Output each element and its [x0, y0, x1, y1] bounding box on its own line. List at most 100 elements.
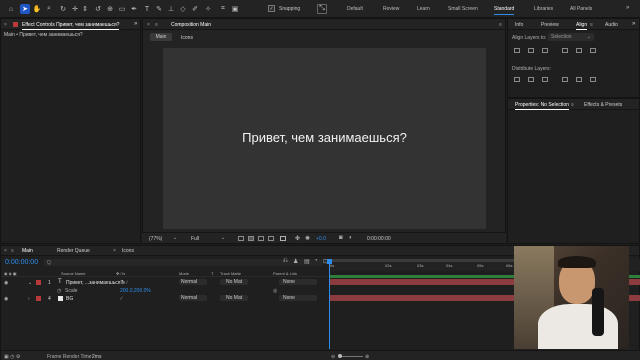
more-workspaces-icon[interactable]: »	[626, 5, 629, 11]
frame-blending-icon[interactable]: ▤	[304, 258, 310, 265]
distribute-right-icon[interactable]	[590, 77, 596, 82]
workspace-libraries[interactable]: Libraries	[534, 6, 553, 12]
layer-mode-select[interactable]: Normal	[179, 279, 207, 285]
menu-icon[interactable]: ≡	[155, 22, 158, 28]
workspace-all-panels[interactable]: All Panels	[570, 6, 592, 12]
selection-tool-icon[interactable]: ➤	[20, 4, 30, 14]
search-input[interactable]: Q	[47, 260, 51, 266]
playhead-handle[interactable]	[327, 259, 332, 264]
expand-chevron-icon[interactable]: ⌄	[28, 280, 32, 286]
clone-stamp-icon[interactable]: ⊥	[166, 4, 176, 14]
align-icon[interactable]: ⌗	[218, 4, 228, 14]
roto-brush-icon[interactable]: ✐	[190, 4, 200, 14]
render-icon[interactable]: ▣ ◷ ⚙	[4, 354, 20, 360]
stopwatch-icon[interactable]: ◷	[57, 288, 61, 294]
channel-icon[interactable]	[280, 236, 286, 241]
distribute-vertical-center-icon[interactable]	[528, 77, 534, 82]
property-row[interactable]: ◷ Scale 200.0,200.0% ◎	[1, 287, 328, 294]
panel-menu-icon[interactable]: ≡	[590, 22, 593, 28]
snapping-checkbox[interactable]: ✓	[268, 5, 275, 12]
orbit-tool-icon[interactable]: ↻	[58, 4, 68, 14]
composition-viewer[interactable]: Привет, чем занимаешься?	[163, 48, 486, 229]
eye-icon[interactable]: ◉	[4, 296, 8, 302]
property-scale-value[interactable]: 200.0,200.0%	[120, 288, 151, 294]
tab-preview[interactable]: Preview	[541, 22, 559, 28]
tab-render-queue[interactable]: Render Queue	[57, 248, 90, 254]
rotate-tool-icon[interactable]: ↺	[93, 4, 103, 14]
table-row[interactable]: ◉ ⌄ 1 T Привет, ...занимаешься? ⊕ ∕ Norm…	[1, 279, 328, 286]
hand-tool-icon[interactable]: ✋	[32, 4, 42, 14]
distribute-left-icon[interactable]	[562, 77, 568, 82]
zoom-in-icon[interactable]: ⊕	[365, 354, 369, 360]
zoom-tool-icon[interactable]: ⌕	[44, 4, 54, 14]
tab-audio[interactable]: Audio	[605, 22, 618, 28]
tab-icons[interactable]: Icons	[122, 248, 134, 254]
chevron-down-icon[interactable]: ⌄	[221, 235, 225, 241]
distribute-bottom-icon[interactable]	[542, 77, 548, 82]
close-icon[interactable]: ×	[4, 248, 7, 254]
layer-trackmatte-select[interactable]: No Mat	[220, 295, 248, 301]
tab-composition[interactable]: Composition Main	[171, 22, 211, 28]
distribute-top-icon[interactable]	[514, 77, 520, 82]
tab-effects-presets[interactable]: Effects & Presets	[584, 102, 622, 108]
tab-effect-controls[interactable]: Effect Controls Привет, чем занимаешься?	[22, 22, 120, 30]
panel-menu-icon[interactable]: ≡	[571, 102, 574, 108]
layer-mode-select[interactable]: Normal	[179, 295, 207, 301]
exposure-value[interactable]: +0.0	[316, 236, 326, 242]
close-icon[interactable]: ×	[147, 22, 150, 28]
snap-options-icon[interactable]: ⤡	[317, 4, 327, 14]
tab-align[interactable]: Align	[576, 22, 588, 30]
align-right-icon[interactable]	[542, 48, 548, 53]
grid-guides-icon[interactable]	[268, 236, 274, 241]
puppet-pin-icon[interactable]: ✧	[203, 4, 213, 14]
layer-parent-select[interactable]: None	[279, 279, 317, 285]
tab-properties[interactable]: Properties: No Selection	[515, 102, 569, 110]
expand-chevron-icon[interactable]: ›	[28, 296, 30, 302]
pick-whip-icon[interactable]: ◎	[273, 288, 277, 294]
layer-label-color[interactable]	[36, 280, 41, 285]
workspace-small-screen[interactable]: Small Screen	[448, 6, 478, 12]
align-left-icon[interactable]	[514, 48, 520, 53]
timeline-search[interactable]: Q	[44, 259, 322, 266]
exposure-icon[interactable]: ✺	[305, 235, 310, 242]
distribute-horizontal-center-icon[interactable]	[576, 77, 582, 82]
chevron-down-icon[interactable]: ⌄	[173, 235, 177, 241]
work-area-bar[interactable]	[328, 259, 518, 262]
snapshot-icon[interactable]: ◙	[339, 235, 343, 241]
workspace-standard[interactable]: Standard	[494, 6, 515, 15]
breadcrumb-main[interactable]: Main	[150, 33, 172, 41]
color-management-icon[interactable]: ✤	[295, 235, 300, 242]
workspace-learn[interactable]: Learn	[417, 6, 430, 12]
workspace-review[interactable]: Review	[383, 6, 399, 12]
layer-switches-icon[interactable]: ∕	[121, 296, 122, 302]
tab-info[interactable]: Info	[515, 22, 523, 28]
home-icon[interactable]: ⌂	[6, 4, 16, 14]
align-top-icon[interactable]	[562, 48, 568, 53]
align-vertical-center-icon[interactable]	[576, 48, 582, 53]
zoom-out-icon[interactable]: ⊖	[331, 354, 335, 360]
motion-blur-icon[interactable]: ◔	[314, 258, 318, 264]
layout-icon[interactable]: ▣	[230, 4, 240, 14]
layer-parent-select[interactable]: None	[279, 295, 317, 301]
menu-icon[interactable]: ≡	[11, 248, 14, 254]
pan-behind-tool-icon[interactable]: ⊕	[105, 4, 115, 14]
transparency-grid-icon[interactable]	[248, 236, 254, 241]
eraser-tool-icon[interactable]: ◇	[178, 4, 188, 14]
layer-name[interactable]: Привет, ...занимаешься?	[66, 280, 123, 286]
layer-label-color[interactable]	[36, 296, 41, 301]
mask-visibility-icon[interactable]	[258, 236, 264, 241]
close-icon[interactable]: ×	[113, 248, 116, 254]
shy-layers-icon[interactable]: ♟	[293, 258, 298, 265]
resolution-select[interactable]: Full	[191, 236, 199, 242]
zoom-slider-handle[interactable]	[338, 354, 342, 358]
brush-tool-icon[interactable]: ✎	[154, 4, 164, 14]
timeline-timecode[interactable]: 0:00:00:00	[5, 259, 38, 266]
rectangle-tool-icon[interactable]: ▭	[117, 4, 127, 14]
layer-switches-icon[interactable]: ⊕ ∕	[121, 280, 127, 286]
composition-timecode[interactable]: 0:00:00:00	[367, 236, 391, 242]
workspace-default[interactable]: Default	[347, 6, 363, 12]
move-tool-icon[interactable]: ✛	[70, 4, 80, 14]
type-tool-icon[interactable]: T	[142, 4, 152, 14]
more-tabs-icon[interactable]: »	[632, 21, 635, 27]
close-icon[interactable]: ×	[4, 22, 7, 28]
